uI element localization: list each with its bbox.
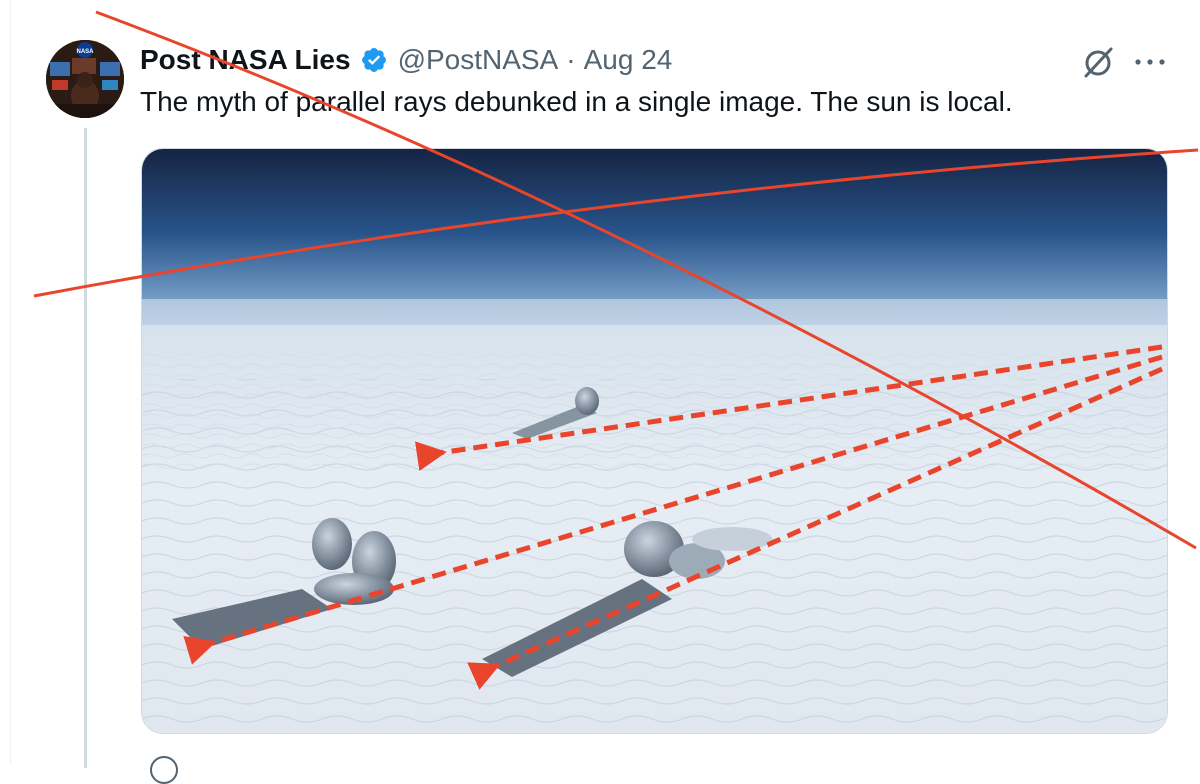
cloud-photo	[142, 149, 1167, 733]
grok-icon	[1084, 47, 1113, 78]
avatar[interactable]: NASA	[46, 40, 124, 118]
post-date[interactable]: Aug 24	[584, 44, 673, 76]
tweet-text: The myth of parallel rays debunked in a …	[140, 86, 1013, 117]
more-button[interactable]	[1130, 44, 1170, 80]
timeline-border	[10, 0, 11, 764]
avatar-badge: NASA	[76, 49, 94, 55]
reply-icon[interactable]	[150, 756, 178, 784]
grok-button[interactable]	[1080, 44, 1116, 80]
avatar-image: NASA	[46, 40, 124, 118]
verified-badge-icon[interactable]	[360, 46, 388, 74]
separator-dot: ·	[566, 44, 576, 75]
tweet-media-image[interactable]	[141, 148, 1168, 734]
more-icon	[1135, 59, 1165, 65]
thread-line	[84, 128, 87, 768]
display-name[interactable]: Post NASA Lies	[140, 44, 351, 76]
handle[interactable]: @PostNASA	[398, 44, 559, 76]
tweet-header: Post NASA Lies @PostNASA · Aug 24	[140, 42, 672, 78]
